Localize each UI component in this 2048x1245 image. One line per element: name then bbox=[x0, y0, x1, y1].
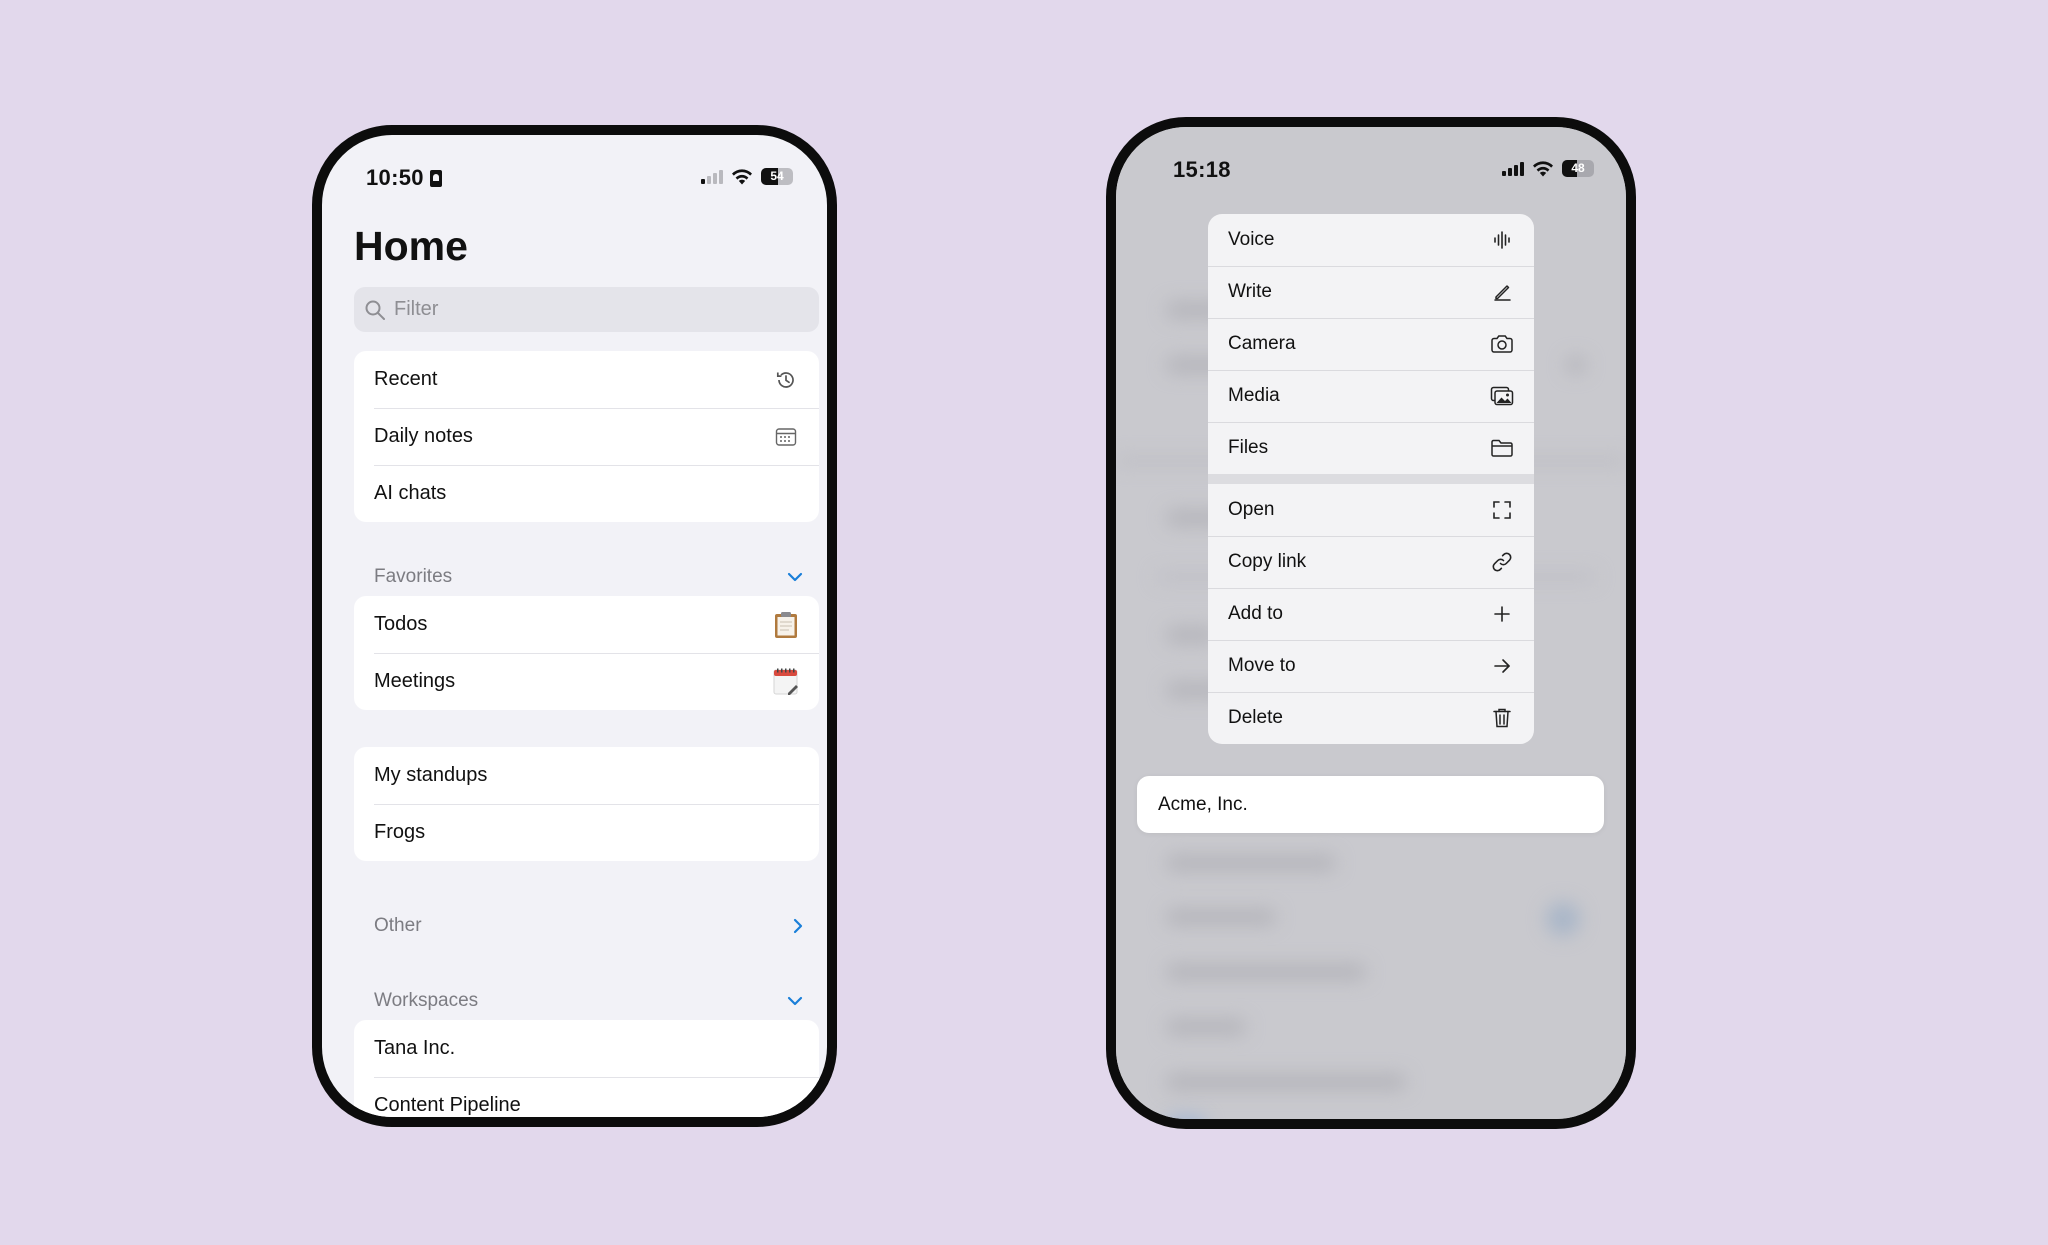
pinned-group: My standups Frogs bbox=[354, 747, 819, 861]
cellular-signal-icon bbox=[1502, 161, 1524, 176]
workspace-item-label: Content Pipeline bbox=[374, 1094, 521, 1116]
chevron-down-icon bbox=[787, 996, 803, 1006]
contact-card-icon bbox=[429, 170, 442, 187]
menu-item-add-to[interactable]: Add to bbox=[1208, 588, 1534, 640]
nav-item-recent[interactable]: Recent bbox=[354, 351, 819, 408]
section-label: Favorites bbox=[374, 566, 453, 587]
link-icon bbox=[1490, 550, 1514, 574]
page-title: Home bbox=[354, 223, 468, 269]
history-icon bbox=[773, 367, 799, 393]
menu-item-label: Delete bbox=[1228, 707, 1283, 728]
menu-item-label: Copy link bbox=[1228, 551, 1307, 572]
menu-item-label: Media bbox=[1228, 385, 1280, 406]
selected-node-card[interactable]: Acme, Inc. bbox=[1137, 776, 1604, 833]
selected-node-label: Acme, Inc. bbox=[1158, 793, 1248, 815]
favorite-item-todos[interactable]: Todos bbox=[354, 596, 819, 653]
menu-item-write[interactable]: Write bbox=[1208, 266, 1534, 318]
cellular-signal-icon bbox=[701, 169, 723, 184]
status-bar: 15:18 48 bbox=[1116, 127, 1626, 207]
wifi-icon bbox=[732, 168, 752, 184]
favorites-header[interactable]: Favorites bbox=[374, 566, 804, 588]
menu-item-label: Write bbox=[1228, 281, 1272, 302]
menu-item-copy-link[interactable]: Copy link bbox=[1208, 536, 1534, 588]
menu-separator bbox=[1208, 474, 1534, 484]
filter-field[interactable] bbox=[354, 287, 819, 332]
expand-icon bbox=[1490, 498, 1514, 522]
status-bar: 10:50 54 bbox=[322, 135, 827, 215]
wifi-icon bbox=[1533, 160, 1553, 176]
workspace-item-tana[interactable]: Tana Inc. bbox=[354, 1020, 819, 1077]
favorite-item-label: Todos bbox=[374, 613, 428, 635]
status-time: 10:50 bbox=[366, 165, 442, 191]
other-header[interactable]: Other bbox=[374, 915, 804, 937]
menu-item-media[interactable]: Media bbox=[1208, 370, 1534, 422]
photos-icon bbox=[1490, 384, 1514, 408]
phone-home-screen: 10:50 54 Home Recent Daily notes AI ch bbox=[312, 125, 837, 1127]
menu-item-label: Open bbox=[1228, 499, 1275, 520]
battery-icon: 48 bbox=[1562, 160, 1594, 177]
menu-item-files[interactable]: Files bbox=[1208, 422, 1534, 474]
menu-item-camera[interactable]: Camera bbox=[1208, 318, 1534, 370]
trash-icon bbox=[1490, 706, 1514, 730]
arrow-right-icon bbox=[1490, 654, 1514, 678]
menu-item-voice[interactable]: Voice bbox=[1208, 214, 1534, 266]
pinned-item-my-standups[interactable]: My standups bbox=[354, 747, 819, 804]
nav-item-ai-chats[interactable]: AI chats bbox=[354, 465, 819, 522]
section-label: Workspaces bbox=[374, 990, 479, 1011]
menu-item-open[interactable]: Open bbox=[1208, 484, 1534, 536]
favorite-item-label: Meetings bbox=[374, 670, 456, 692]
pinned-item-label: Frogs bbox=[374, 821, 426, 843]
menu-item-delete[interactable]: Delete bbox=[1208, 692, 1534, 744]
workspace-item-content-pipeline[interactable]: Content Pipeline bbox=[354, 1077, 819, 1117]
section-label: Other bbox=[374, 915, 422, 936]
search-icon bbox=[365, 300, 385, 320]
battery-icon: 54 bbox=[761, 168, 793, 185]
folder-icon bbox=[1490, 436, 1514, 460]
pencil-icon bbox=[1490, 280, 1514, 304]
menu-item-label: Voice bbox=[1228, 229, 1275, 250]
menu-item-label: Files bbox=[1228, 437, 1269, 458]
chevron-down-icon bbox=[787, 572, 803, 582]
favorites-group: Todos Meetings bbox=[354, 596, 819, 710]
menu-item-label: Add to bbox=[1228, 603, 1283, 624]
pinned-item-frogs[interactable]: Frogs bbox=[354, 804, 819, 861]
clipboard-icon bbox=[773, 611, 799, 638]
nav-item-label: AI chats bbox=[374, 482, 447, 504]
status-icons: 54 bbox=[701, 168, 793, 185]
status-time: 15:18 bbox=[1173, 157, 1231, 182]
status-icons: 48 bbox=[1502, 160, 1594, 177]
calendar-page-icon bbox=[773, 668, 799, 695]
favorite-item-meetings[interactable]: Meetings bbox=[354, 653, 819, 710]
calendar-icon bbox=[773, 424, 799, 450]
workspaces-group: Tana Inc. Content Pipeline bbox=[354, 1020, 819, 1117]
nav-item-label: Recent bbox=[374, 368, 438, 390]
nav-item-daily-notes[interactable]: Daily notes bbox=[354, 408, 819, 465]
filter-input[interactable] bbox=[394, 298, 794, 321]
phone-context-menu-screen: 15:18 48 Voice Write Camera Media Files … bbox=[1106, 117, 1636, 1129]
waveform-icon bbox=[1490, 228, 1514, 252]
plus-icon bbox=[1490, 602, 1514, 626]
camera-icon bbox=[1490, 332, 1514, 356]
menu-item-move-to[interactable]: Move to bbox=[1208, 640, 1534, 692]
main-nav-group: Recent Daily notes AI chats bbox=[354, 351, 819, 522]
workspaces-header[interactable]: Workspaces bbox=[374, 990, 804, 1012]
workspace-item-label: Tana Inc. bbox=[374, 1037, 456, 1059]
chevron-right-icon bbox=[793, 918, 803, 934]
pinned-item-label: My standups bbox=[374, 764, 488, 786]
menu-item-label: Camera bbox=[1228, 333, 1296, 354]
nav-item-label: Daily notes bbox=[374, 425, 473, 447]
context-menu: Voice Write Camera Media Files Open Copy… bbox=[1208, 214, 1534, 744]
menu-item-label: Move to bbox=[1228, 655, 1296, 676]
